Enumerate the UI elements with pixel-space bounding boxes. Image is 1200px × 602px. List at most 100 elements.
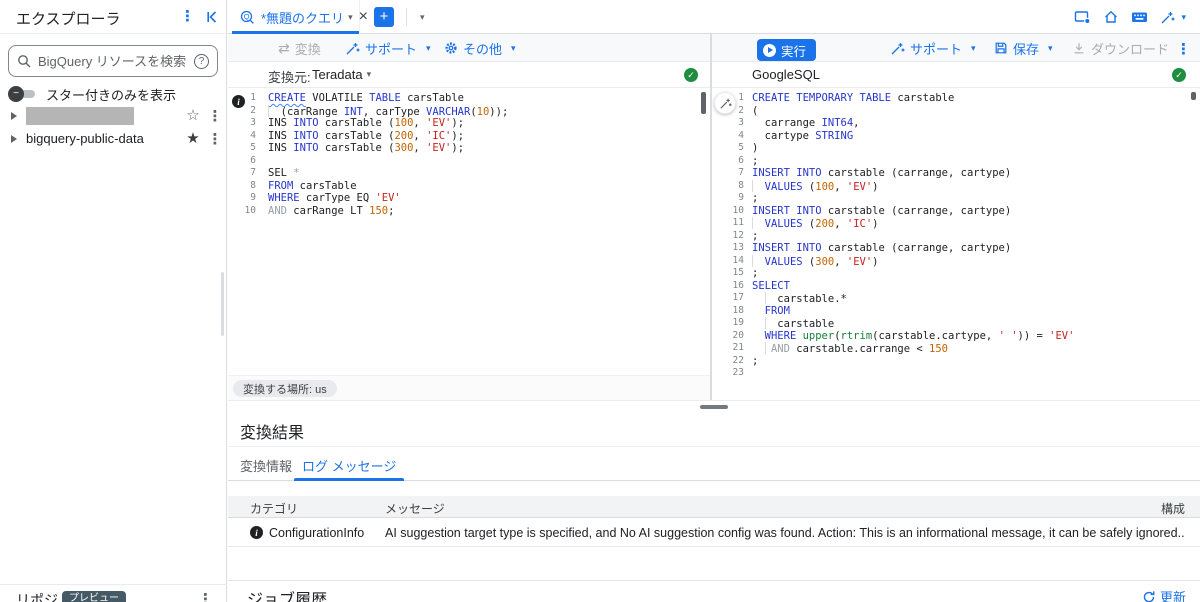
sidebar-scrollbar[interactable] <box>221 272 224 336</box>
tree-item-bigquery-public-data[interactable]: bigquery-public-data ★ ⋮ <box>0 127 227 150</box>
explorer-menu-icon[interactable]: ⋮ <box>180 7 195 25</box>
editor-tab-strip: Q *無題のクエリ ▾ × + ▾ ▾ <box>228 0 1200 34</box>
query-icon: Q <box>240 10 255 25</box>
more-menu-button[interactable]: その他 ▾ <box>444 34 516 62</box>
pane-menu-icon[interactable]: ⋮ <box>1176 40 1191 58</box>
log-table-header: カテゴリ メッセージ 構成 <box>228 496 1200 518</box>
save-icon <box>994 41 1008 55</box>
divider <box>228 580 1200 581</box>
more-label: その他 <box>463 41 503 57</box>
collapse-panel-icon[interactable] <box>204 9 220 25</box>
googlesql-pane: 実行 サポート ▾ 保存 ▾ ダウンロード ⋮ GoogleSQL ✓ 1 CR… <box>712 34 1200 400</box>
run-button[interactable]: 実行 <box>757 39 817 61</box>
item-menu-icon[interactable]: ⋮ <box>203 130 227 148</box>
source-dialect-bar: 変換元: Teradata ▾ ✓ <box>228 62 710 88</box>
tab-list-caret-icon[interactable]: ▾ <box>420 12 425 23</box>
column-category: カテゴリ <box>250 502 299 516</box>
splitter-drag-handle[interactable] <box>700 405 728 409</box>
log-table-row[interactable]: i ConfigurationInfo AI suggestion target… <box>228 518 1200 547</box>
tab-label: ログ メッセージ <box>302 459 397 474</box>
target-dialect-label: GoogleSQL <box>752 67 820 82</box>
editor-scrollbar[interactable] <box>1191 92 1196 100</box>
caret-down-icon: ▾ <box>366 69 372 79</box>
tree-item-label: bigquery-public-data <box>26 131 144 146</box>
explorer-header: エクスプローラ ⋮ <box>0 0 226 34</box>
search-input[interactable] <box>38 53 194 69</box>
home-icon[interactable] <box>1103 9 1119 25</box>
location-strip: 変換する場所: us <box>228 375 710 400</box>
assist-wand-menu[interactable]: ▾ <box>1160 10 1186 25</box>
googlesql-dialect-bar: GoogleSQL ✓ <box>712 62 1200 88</box>
horizontal-splitter[interactable] <box>228 400 1200 413</box>
teradata-code-editor[interactable]: 1 CREATE VOLATILE TABLE carsTable 2 (carRa… <box>228 88 710 375</box>
keyboard-shortcuts-icon[interactable] <box>1131 10 1148 24</box>
log-category: ConfigurationInfo <box>269 526 365 540</box>
active-tab-underline <box>294 478 405 481</box>
toggle-label: スター付きのみを表示 <box>46 87 177 103</box>
swap-arrows-icon: ⇄ <box>278 39 290 56</box>
star-outline-icon[interactable]: ☆ <box>183 108 203 123</box>
translation-location-badge[interactable]: 変換する場所: us <box>233 380 337 397</box>
source-toolbar: ⇄ 変換 サポート ▾ その他 ▾ <box>228 34 710 62</box>
ai-fix-wand-button[interactable] <box>714 92 736 114</box>
caret-down-icon: ▾ <box>1048 42 1053 53</box>
explorer-title: エクスプローラ <box>16 11 121 28</box>
info-icon: i <box>250 526 263 539</box>
expand-caret-icon[interactable] <box>11 134 17 143</box>
refresh-label: 更新 <box>1160 590 1187 602</box>
tree-item-project[interactable]: ☆ ⋮ <box>0 104 227 127</box>
caret-down-icon: ▾ <box>971 42 976 53</box>
tab-translation-info[interactable]: 変換情報 <box>232 450 300 481</box>
results-section-title: 変換結果 <box>240 425 305 442</box>
caret-down-icon: ▾ <box>511 42 516 53</box>
search-icon <box>17 54 31 68</box>
explorer-sidebar: エクスプローラ ⋮ ? − スター付きのみを表示 ☆ ⋮ <box>0 0 227 602</box>
results-tab-bar: 変換情報 ログ メッセージ <box>228 450 1200 481</box>
download-button[interactable]: ダウンロード <box>1072 34 1169 62</box>
download-icon <box>1072 41 1086 55</box>
divider <box>228 446 1200 447</box>
toggle-switch[interactable]: − <box>8 86 38 102</box>
log-message: AI suggestion target type is specified, … <box>385 526 1185 540</box>
open-in-window-icon[interactable] <box>1074 9 1091 25</box>
translate-button[interactable]: ⇄ 変換 <box>278 34 321 62</box>
refresh-button[interactable]: 更新 <box>1142 587 1186 602</box>
line-info-icon[interactable]: i <box>232 95 245 108</box>
tab-caret-icon[interactable]: ▾ <box>348 12 353 23</box>
support-menu-button[interactable]: サポート ▾ <box>890 34 976 62</box>
dialect-value: Teradata <box>312 67 363 82</box>
bigquery-translation-page: エクスプローラ ⋮ ? − スター付きのみを表示 ☆ ⋮ <box>0 0 1200 602</box>
column-message: メッセージ <box>385 502 445 516</box>
starred-only-toggle-row: − スター付きのみを表示 <box>8 84 176 104</box>
repositories-menu-icon[interactable]: ⋮ <box>198 590 213 602</box>
googlesql-toolbar: 実行 サポート ▾ 保存 ▾ ダウンロード ⋮ <box>712 34 1200 62</box>
tab-close-icon[interactable]: × <box>359 9 368 25</box>
caret-down-icon: ▾ <box>426 42 431 53</box>
star-filled-icon[interactable]: ★ <box>183 131 203 146</box>
support-label: サポート <box>910 41 963 57</box>
divider <box>406 8 407 26</box>
googlesql-code-editor[interactable]: 1 CREATE TEMPORARY TABLE carstable 2(3 car… <box>712 88 1200 380</box>
column-config: 構成 <box>1160 502 1185 516</box>
help-icon[interactable]: ? <box>194 53 209 69</box>
item-menu-icon[interactable]: ⋮ <box>203 107 227 125</box>
save-menu-button[interactable]: 保存 ▾ <box>994 34 1053 62</box>
translate-label: 変換 <box>294 41 321 57</box>
editor-scrollbar[interactable] <box>701 92 706 114</box>
tab-log-messages[interactable]: ログ メッセージ <box>294 450 405 481</box>
source-dialect-select[interactable]: Teradata ▾ <box>312 67 371 82</box>
expand-caret-icon[interactable] <box>11 111 17 120</box>
preview-badge: プレビュー <box>62 591 126 602</box>
repositories-section[interactable]: リポジトリ プレビュー ⋮ <box>0 584 227 602</box>
run-label: 実行 <box>781 44 807 59</box>
resource-search-box[interactable]: ? <box>8 45 218 77</box>
new-tab-button[interactable]: + <box>374 7 394 27</box>
source-sql-pane: ⇄ 変換 サポート ▾ その他 ▾ 変換元: Teradata ▾ ✓ 1 CR… <box>228 34 710 400</box>
caret-down-icon: ▾ <box>1181 11 1186 22</box>
valid-check-icon: ✓ <box>684 68 698 82</box>
gear-icon <box>444 41 458 55</box>
tab-untitled-query[interactable]: Q *無題のクエリ ▾ × <box>232 0 368 34</box>
redacted-project-name <box>26 106 134 125</box>
support-menu-button[interactable]: サポート ▾ <box>345 34 431 62</box>
refresh-icon <box>1142 590 1156 602</box>
